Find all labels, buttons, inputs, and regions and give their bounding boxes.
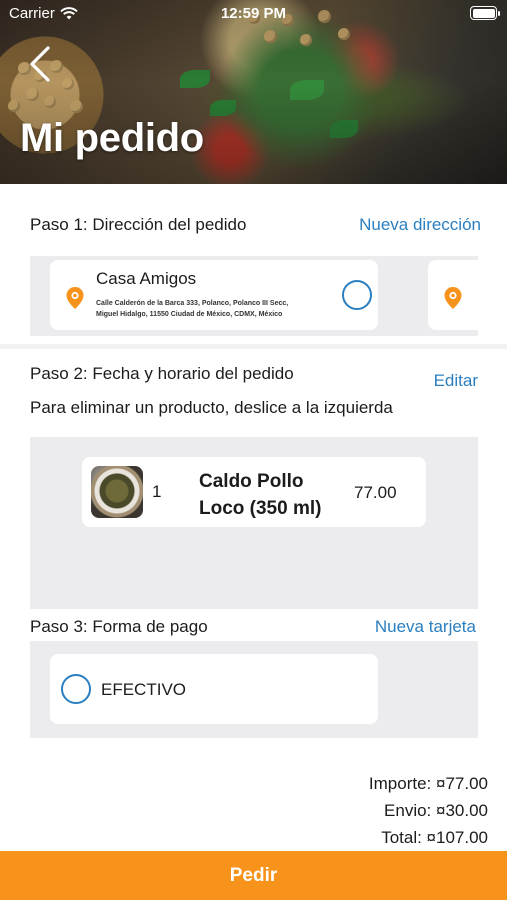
chevron-left-icon <box>30 46 50 82</box>
battery-icon <box>470 6 500 20</box>
step2-title: Paso 2: Fecha y horario del pedido <box>30 364 294 383</box>
location-pin-icon <box>444 287 462 309</box>
product-list: 1 Caldo Pollo Loco (350 ml) 77.00 <box>30 437 478 609</box>
payment-radio[interactable] <box>61 674 91 704</box>
subtotal: Importe: ¤77.00 <box>368 774 488 793</box>
shipping-cost: Envio: ¤30.00 <box>384 801 488 820</box>
new-card-link[interactable]: Nueva tarjeta <box>375 617 476 637</box>
swipe-hint: Para eliminar un producto, deslice a la … <box>30 398 393 417</box>
order-button[interactable]: Pedir <box>0 851 507 900</box>
address-line-1: Calle Calderón de la Barca 333, Polanco,… <box>96 300 289 307</box>
total: Total: ¤107.00 <box>381 828 488 847</box>
new-address-link[interactable]: Nueva dirección <box>359 215 481 235</box>
payment-methods: EFECTIVO <box>30 641 478 738</box>
status-time: 12:59 PM <box>220 5 287 22</box>
product-row[interactable]: 1 Caldo Pollo Loco (350 ml) 77.00 <box>82 457 426 527</box>
product-qty: 1 <box>152 482 162 501</box>
product-name: Caldo Pollo Loco (350 ml) <box>199 471 322 519</box>
address-card-next[interactable] <box>428 260 478 330</box>
edit-link[interactable]: Editar <box>434 371 478 391</box>
location-pin-icon <box>66 287 84 309</box>
product-image <box>91 466 143 518</box>
status-bar: Carrier 12:59 PM <box>0 0 507 28</box>
address-line-2: Miguel Hidalgo, 11550 Ciudad de México, … <box>96 311 283 318</box>
step1-title: Paso 1: Dirección del pedido <box>30 215 247 234</box>
page-title: Mi pedido <box>20 116 204 160</box>
address-card[interactable]: Casa Amigos Calle Calderón de la Barca 3… <box>50 260 378 330</box>
back-button[interactable] <box>26 44 56 84</box>
payment-label: EFECTIVO <box>101 680 187 699</box>
payment-card-cash[interactable]: EFECTIVO <box>50 654 378 724</box>
step3-title: Paso 3: Forma de pago <box>30 617 208 636</box>
address-carousel[interactable]: Casa Amigos Calle Calderón de la Barca 3… <box>30 256 478 336</box>
address-radio[interactable] <box>342 280 372 310</box>
address-name: Casa Amigos <box>96 269 197 288</box>
product-price: 77.00 <box>354 483 397 502</box>
section-divider <box>0 344 507 349</box>
